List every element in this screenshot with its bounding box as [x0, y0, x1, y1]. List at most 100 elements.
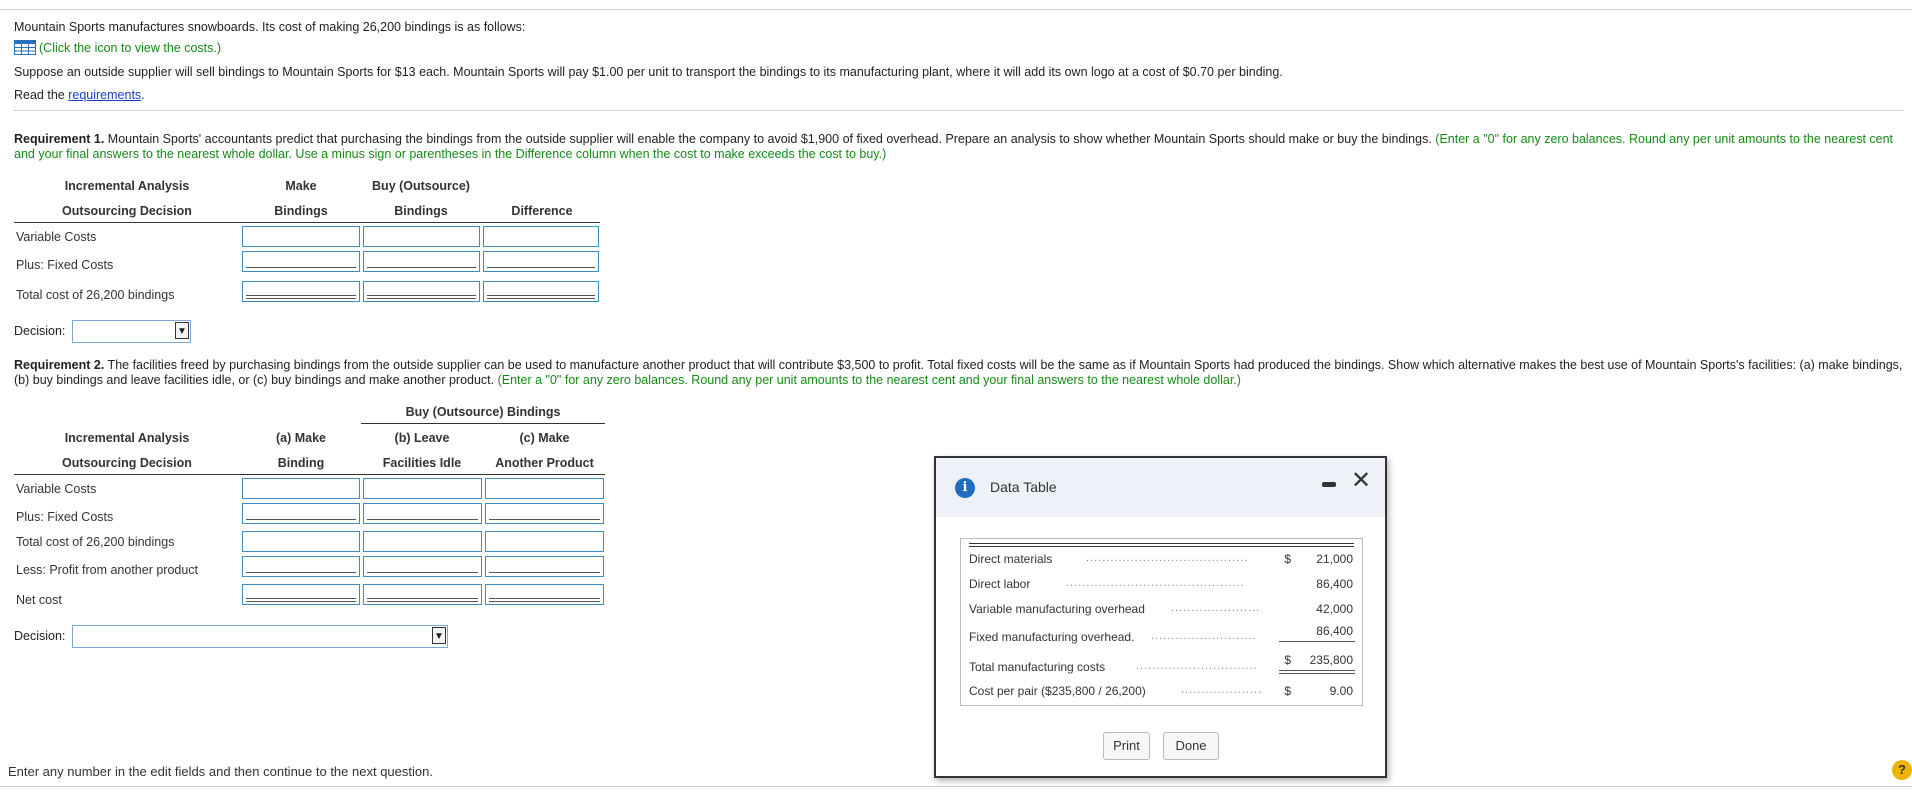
req2-a-total-input[interactable] [242, 531, 360, 552]
req2-a-fixed-input[interactable] [242, 503, 360, 524]
req1-diff-total-input[interactable] [483, 281, 599, 302]
req2-row-net: Net cost [16, 593, 62, 607]
dialog-header: i Data Table ✕ [936, 458, 1385, 517]
req2-c-net-input[interactable] [485, 584, 604, 605]
req2-row-fixed: Plus: Fixed Costs [16, 510, 114, 524]
req1-row-fixed: Plus: Fixed Costs [16, 258, 114, 272]
req2-decision-label: Decision: [14, 629, 66, 643]
req1-buy-variable-input[interactable] [363, 226, 480, 247]
req2-col-a-1: (a) Make [275, 431, 327, 445]
requirement-1-text: Requirement 1. Mountain Sports' accounta… [14, 132, 1904, 162]
dropdown-arrow-icon[interactable]: ▼ [175, 322, 189, 339]
top-divider [0, 9, 1912, 10]
req2-row-total: Total cost of 26,200 bindings [16, 535, 175, 549]
req1-header-rule [14, 222, 600, 223]
req2-decision-select[interactable]: ▼ [72, 625, 448, 648]
row-total-costs-label: Total manufacturing costs [969, 660, 1106, 674]
req1-header-outsourcing: Outsourcing Decision [62, 204, 192, 218]
req2-col-b-1: (b) Leave [394, 431, 450, 445]
row-total-costs-dollar: $ [1284, 653, 1291, 667]
requirement-1-label: Requirement 1. [14, 132, 105, 146]
req1-row-total: Total cost of 26,200 bindings [16, 288, 175, 302]
req1-col-buy-2: Bindings [394, 204, 448, 218]
read-requirements-line: Read the requirements. [14, 88, 145, 103]
requirement-1-body: Mountain Sports' accountants predict tha… [104, 132, 1436, 146]
row-total-costs-value: 235,800 [1309, 653, 1353, 667]
row-cost-per-pair-value: 9.00 [1329, 684, 1353, 698]
done-button[interactable]: Done [1163, 732, 1219, 760]
leader-dots: .......................... [1151, 630, 1257, 642]
leader-dots: ........................................… [1066, 577, 1245, 589]
row-cost-per-pair-label: Cost per pair ($235,800 / 26,200) [969, 684, 1146, 698]
leader-dots: .................... [1181, 684, 1263, 696]
row-direct-labor-value: 86,400 [1316, 577, 1353, 591]
print-button[interactable]: Print [1103, 732, 1150, 760]
req2-b-total-input[interactable] [363, 531, 482, 552]
req2-c-fixed-input[interactable] [485, 503, 604, 524]
req2-col-b-2: Facilities Idle [382, 456, 462, 470]
requirements-link[interactable]: requirements [68, 88, 141, 102]
intro-line-1: Mountain Sports manufactures snowboards.… [14, 20, 526, 34]
leader-dots: ........................................ [1086, 552, 1249, 564]
row-variable-overhead-value: 42,000 [1316, 602, 1353, 616]
req2-a-variable-input[interactable] [242, 478, 360, 499]
req1-decision-select[interactable]: ▼ [72, 320, 191, 343]
req1-buy-total-input[interactable] [363, 281, 480, 302]
cost-data-table: Direct materials .......................… [960, 538, 1363, 706]
req1-buy-fixed-input[interactable] [363, 251, 480, 272]
req1-diff-fixed-input[interactable] [483, 251, 599, 272]
bottom-divider [0, 786, 1912, 787]
req1-decision-label: Decision: [14, 324, 66, 338]
req2-c-variable-input[interactable] [485, 478, 604, 499]
req2-b-fixed-input[interactable] [363, 503, 482, 524]
req2-row-profit: Less: Profit from another product [16, 563, 199, 577]
req2-group-header: Buy (Outsource) Bindings [405, 405, 561, 419]
requirement-2-text: Requirement 2. The facilities freed by p… [14, 358, 1904, 388]
requirement-2-label: Requirement 2. [14, 358, 105, 372]
row-direct-materials-label: Direct materials [969, 552, 1053, 566]
req2-b-profit-input[interactable] [363, 556, 482, 577]
help-icon[interactable]: ? [1892, 760, 1912, 780]
dropdown-arrow-icon[interactable]: ▼ [432, 627, 446, 644]
req1-make-total-input[interactable] [242, 281, 360, 302]
table-icon[interactable] [14, 40, 36, 59]
total-double-rule [1279, 670, 1355, 674]
req2-header-incremental: Incremental Analysis [64, 431, 190, 445]
req2-row-variable: Variable Costs [16, 482, 97, 496]
req2-c-total-input[interactable] [485, 531, 604, 552]
req2-header-rule [14, 474, 605, 475]
row-variable-overhead-label: Variable manufacturing overhead [969, 602, 1145, 616]
row-fixed-overhead-label: Fixed manufacturing overhead. [969, 630, 1135, 644]
row-fixed-overhead-value: 86,400 [1316, 624, 1353, 638]
req2-a-profit-input[interactable] [242, 556, 360, 577]
intro-line-2: Suppose an outside supplier will sell bi… [14, 65, 1283, 79]
subtotal-rule [1279, 641, 1355, 642]
req1-col-buy-1: Buy (Outsource) [372, 179, 470, 193]
req2-col-c-1: (c) Make [519, 431, 570, 445]
req1-make-fixed-input[interactable] [242, 251, 360, 272]
dialog-title: Data Table [990, 479, 1057, 495]
req2-b-variable-input[interactable] [363, 478, 482, 499]
req2-c-profit-input[interactable] [485, 556, 604, 577]
leader-dots: .............................. [1136, 660, 1258, 672]
footer-instruction: Enter any number in the edit fields and … [8, 764, 433, 779]
minimize-icon[interactable] [1322, 482, 1336, 487]
info-icon: i [955, 478, 975, 498]
req1-header-incremental: Incremental Analysis [64, 179, 190, 193]
view-costs-link-text[interactable]: (Click the icon to view the costs.) [39, 41, 221, 55]
req1-diff-variable-input[interactable] [483, 226, 599, 247]
req2-col-a-2: Binding [277, 456, 325, 470]
req2-b-net-input[interactable] [363, 584, 482, 605]
req2-group-rule [361, 423, 605, 424]
close-icon[interactable]: ✕ [1351, 468, 1371, 492]
req1-col-make-1: Make [285, 179, 317, 193]
req1-make-variable-input[interactable] [242, 226, 360, 247]
req2-a-net-input[interactable] [242, 584, 360, 605]
requirement-2-instructions: (Enter a "0" for any zero balances. Roun… [497, 373, 1241, 387]
req1-col-difference: Difference [511, 204, 573, 218]
view-costs-link[interactable]: (Click the icon to view the costs.) [14, 40, 221, 59]
read-prefix: Read the [14, 88, 69, 102]
row-direct-materials-value: 21,000 [1316, 552, 1353, 566]
req2-col-c-2: Another Product [495, 456, 594, 470]
req1-col-make-2: Bindings [274, 204, 328, 218]
